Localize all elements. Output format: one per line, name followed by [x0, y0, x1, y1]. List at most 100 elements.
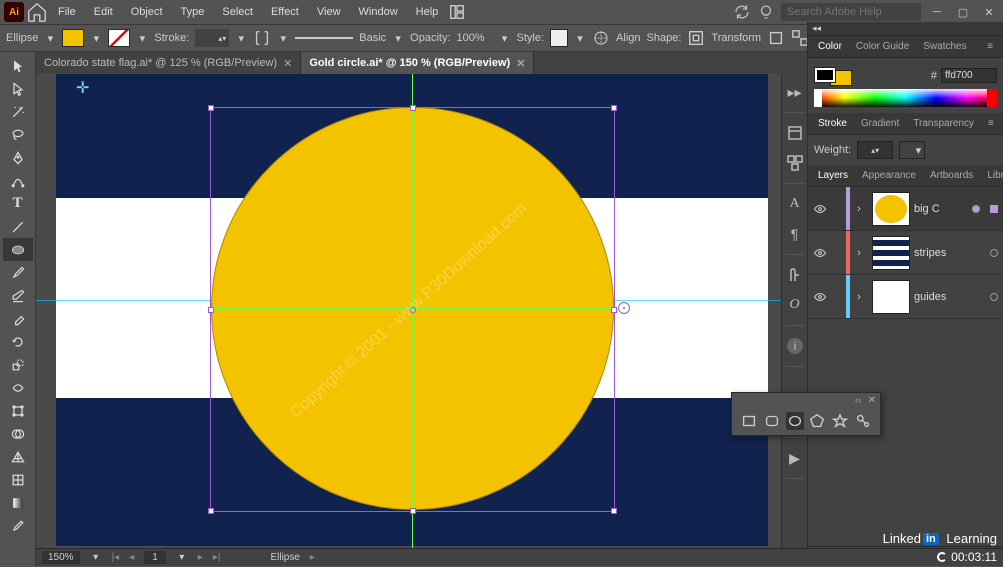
- shape-name-dropdown[interactable]: ▾: [44, 29, 56, 47]
- vstroke-icon[interactable]: [253, 29, 271, 47]
- artboard-dropdown[interactable]: ▾: [176, 549, 188, 567]
- lasso-tool[interactable]: [3, 123, 33, 146]
- stroke-weight-dropdown[interactable]: ▾: [235, 29, 247, 47]
- info-panel-icon[interactable]: i: [785, 336, 805, 356]
- weight-dropdown[interactable]: ▾: [899, 141, 925, 159]
- fill-dropdown[interactable]: ▾: [90, 29, 102, 47]
- document-tab-1[interactable]: Colorado state flag.ai* @ 125 % (RGB/Pre…: [36, 52, 301, 74]
- first-artboard-icon[interactable]: |◂: [112, 552, 120, 563]
- menu-effect[interactable]: Effect: [263, 3, 307, 21]
- opacity-value[interactable]: 100%: [457, 32, 493, 44]
- target-indicator-icon[interactable]: [990, 205, 998, 213]
- mesh-tool[interactable]: [3, 468, 33, 491]
- workspace-switcher-icon[interactable]: [448, 3, 466, 21]
- menu-select[interactable]: Select: [214, 3, 261, 21]
- visibility-toggle[interactable]: [808, 246, 832, 260]
- tab-close-icon[interactable]: ✕: [516, 57, 525, 70]
- close-icon[interactable]: ✕: [979, 5, 999, 19]
- tab-close-icon[interactable]: ✕: [283, 57, 292, 70]
- expand-layer-icon[interactable]: ›: [850, 247, 868, 259]
- tab-swatches[interactable]: Swatches: [917, 38, 972, 55]
- resize-handle[interactable]: [208, 105, 214, 111]
- tab-libraries[interactable]: Libraries: [981, 167, 1003, 184]
- rounded-rectangle-shape-icon[interactable]: [763, 412, 781, 430]
- eraser-tool[interactable]: [3, 307, 33, 330]
- ellipse-tool[interactable]: [3, 238, 33, 261]
- visibility-toggle[interactable]: [808, 290, 832, 304]
- polygon-shape-icon[interactable]: [808, 412, 826, 430]
- resize-handle[interactable]: [611, 508, 617, 514]
- hex-input[interactable]: [941, 68, 997, 83]
- tab-stroke[interactable]: Stroke: [812, 115, 853, 132]
- menu-file[interactable]: File: [50, 3, 84, 21]
- glyphs-panel-icon[interactable]: [785, 265, 805, 285]
- canvas-area[interactable]: Copyright © 2001 - www.P30Download.com ✛: [36, 74, 781, 548]
- weight-stepper[interactable]: ▴▾: [857, 141, 893, 159]
- magic-wand-tool[interactable]: [3, 100, 33, 123]
- shape-tools-flyout[interactable]: ‹‹ ✕: [731, 392, 881, 436]
- tab-color-guide[interactable]: Color Guide: [850, 38, 915, 55]
- menu-window[interactable]: Window: [351, 3, 406, 21]
- style-swatch[interactable]: [550, 29, 568, 47]
- profile-dropdown[interactable]: ▾: [392, 29, 404, 47]
- tab-appearance[interactable]: Appearance: [856, 167, 922, 184]
- expand-panels-icon[interactable]: ▸▸: [785, 82, 805, 102]
- stroke-weight-input[interactable]: ▴▾: [195, 29, 229, 47]
- width-tool[interactable]: [3, 376, 33, 399]
- isolate-icon[interactable]: [767, 29, 785, 47]
- anchor-target-icon[interactable]: [618, 302, 630, 314]
- pen-tool[interactable]: [3, 146, 33, 169]
- menu-edit[interactable]: Edit: [86, 3, 121, 21]
- artboard-number[interactable]: 1: [144, 551, 166, 564]
- line-tool[interactable]: [3, 215, 33, 238]
- home-icon[interactable]: [26, 1, 48, 23]
- stroke-swatch[interactable]: [108, 29, 130, 47]
- tab-layers[interactable]: Layers: [812, 167, 854, 184]
- shape-builder-tool[interactable]: [3, 422, 33, 445]
- menu-help[interactable]: Help: [408, 3, 447, 21]
- last-artboard-icon[interactable]: ▸|: [213, 552, 221, 563]
- type-tool[interactable]: T: [3, 192, 33, 215]
- fill-swatch[interactable]: [62, 29, 84, 47]
- resize-handle[interactable]: [611, 307, 617, 313]
- close-flyout-icon[interactable]: ✕: [868, 395, 876, 406]
- ellipse-shape-icon[interactable]: [786, 412, 804, 430]
- panel-expand-bar[interactable]: ◂◂: [808, 22, 1003, 36]
- tab-gradient[interactable]: Gradient: [855, 115, 905, 132]
- next-artboard-icon[interactable]: ▸: [198, 552, 203, 563]
- vstroke-dropdown[interactable]: ▾: [277, 29, 289, 47]
- perspective-tool[interactable]: [3, 445, 33, 468]
- layer-name[interactable]: stripes: [914, 247, 985, 259]
- paintbrush-tool[interactable]: [3, 261, 33, 284]
- eyedropper-tool[interactable]: [3, 514, 33, 537]
- search-input[interactable]: [781, 3, 921, 21]
- align-panel-icon[interactable]: [785, 153, 805, 173]
- layer-name[interactable]: big C: [914, 203, 967, 215]
- shaper-tool[interactable]: [3, 284, 33, 307]
- free-transform-tool[interactable]: [3, 399, 33, 422]
- stroke-dropdown[interactable]: ▾: [136, 29, 148, 47]
- collapse-flyout-icon[interactable]: ‹‹: [855, 395, 862, 406]
- direct-selection-tool[interactable]: [3, 77, 33, 100]
- tab-color[interactable]: Color: [812, 38, 848, 55]
- menu-view[interactable]: View: [309, 3, 349, 21]
- star-shape-icon[interactable]: [831, 412, 849, 430]
- shape-expand-icon[interactable]: [687, 29, 705, 47]
- layer-row[interactable]: › big C: [808, 187, 1003, 231]
- prev-artboard-icon[interactable]: ◂: [129, 552, 134, 563]
- style-dropdown[interactable]: ▾: [574, 29, 586, 47]
- maximize-icon[interactable]: ▢: [953, 5, 973, 19]
- selection-indicator-icon[interactable]: [990, 249, 998, 257]
- scale-tool[interactable]: [3, 353, 33, 376]
- zoom-level[interactable]: 150%: [42, 551, 80, 564]
- resize-handle[interactable]: [410, 508, 416, 514]
- status-menu-icon[interactable]: ▸: [310, 552, 315, 563]
- visibility-toggle[interactable]: [808, 202, 832, 216]
- layer-name[interactable]: guides: [914, 291, 985, 303]
- rotate-tool[interactable]: [3, 330, 33, 353]
- resize-handle[interactable]: [208, 307, 214, 313]
- flare-shape-icon[interactable]: [854, 412, 872, 430]
- zoom-dropdown[interactable]: ▾: [90, 549, 102, 567]
- expand-layer-icon[interactable]: ›: [850, 291, 868, 303]
- properties-icon[interactable]: [785, 123, 805, 143]
